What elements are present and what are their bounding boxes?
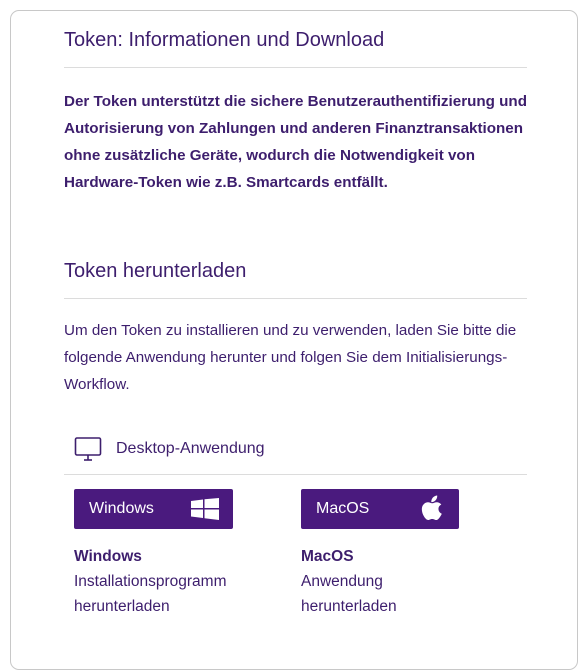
macos-button-label: MacOS	[316, 500, 370, 517]
windows-caption: Windows Installationsprogramm herunterla…	[74, 544, 264, 619]
info-divider	[64, 67, 527, 68]
macos-caption-title: MacOS	[301, 548, 354, 565]
windows-button-label: Windows	[89, 500, 154, 517]
download-heading: Token herunterladen	[64, 260, 247, 282]
macos-caption: MacOS Anwendung herunterladen	[301, 544, 421, 619]
monitor-icon	[74, 435, 102, 463]
download-divider	[64, 298, 527, 299]
apple-logo-icon	[421, 495, 445, 523]
macos-download-button[interactable]: MacOS	[301, 489, 459, 529]
windows-caption-link[interactable]: Installationsprogramm herunterladen	[74, 569, 264, 619]
windows-caption-title: Windows	[74, 548, 142, 565]
windows-logo-icon	[191, 498, 219, 520]
desktop-divider	[64, 474, 527, 475]
desktop-application-label: Desktop-Anwendung	[116, 440, 265, 457]
info-intro-text: Der Token unterstützt die sichere Benutz…	[64, 93, 527, 191]
desktop-application-row: Desktop-Anwendung	[74, 434, 265, 464]
macos-caption-link[interactable]: Anwendung herunterladen	[301, 569, 421, 619]
info-heading: Token: Informationen und Download	[64, 29, 385, 51]
windows-download-button[interactable]: Windows	[74, 489, 233, 529]
download-description: Um den Token zu installieren und zu verw…	[64, 322, 517, 393]
